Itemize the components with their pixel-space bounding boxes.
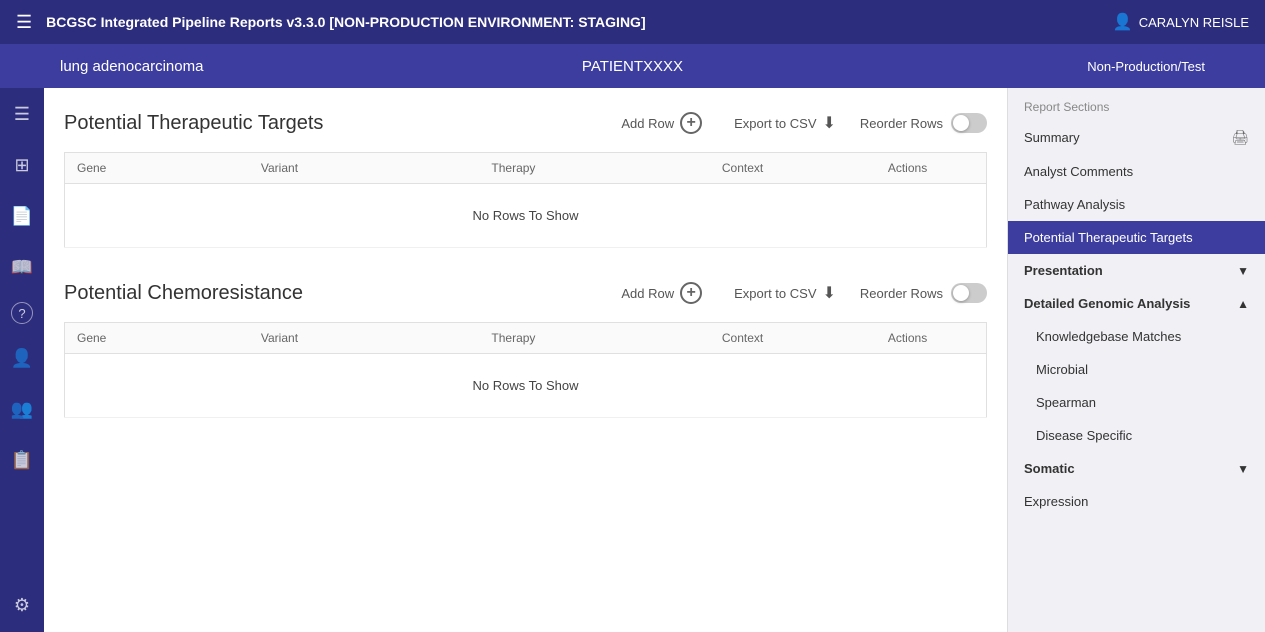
reorder-label-2: Reorder Rows bbox=[860, 286, 943, 301]
col-header-actions-2: Actions bbox=[876, 323, 987, 354]
spearman-label: Spearman bbox=[1036, 395, 1096, 410]
analyst-comments-label: Analyst Comments bbox=[1024, 164, 1133, 179]
content-area: Potential Therapeutic Targets Add Row + … bbox=[44, 88, 1007, 632]
col-header-actions-1: Actions bbox=[876, 153, 987, 184]
sidebar-item-spearman[interactable]: Spearman bbox=[1008, 386, 1265, 419]
therapeutic-targets-nav-label: Potential Therapeutic Targets bbox=[1024, 230, 1193, 245]
presentation-label: Presentation bbox=[1024, 263, 1103, 278]
reorder-toggle-1[interactable] bbox=[951, 113, 987, 133]
help-icon[interactable]: ? bbox=[11, 302, 33, 324]
summary-label: Summary bbox=[1024, 130, 1080, 145]
detailed-genomic-chevron: ▲ bbox=[1237, 297, 1249, 311]
export-csv-button-2[interactable]: Export to CSV ⬇ bbox=[726, 279, 844, 307]
export-csv-button-1[interactable]: Export to CSV ⬇ bbox=[726, 109, 844, 137]
no-rows-row-2: No Rows To Show bbox=[65, 354, 987, 418]
microbial-label: Microbial bbox=[1036, 362, 1088, 377]
patient-id: PATIENTXXXX bbox=[582, 58, 683, 75]
menu-icon[interactable]: ☰ bbox=[16, 12, 32, 33]
reorder-rows-control-2: Reorder Rows bbox=[860, 283, 987, 303]
pathway-analysis-label: Pathway Analysis bbox=[1024, 197, 1125, 212]
main-layout: ☰ ⊞ 📄 📖 ? 👤 👥 📋 ⚙ Potential Therapeutic … bbox=[0, 88, 1265, 632]
add-row-button-2[interactable]: Add Row + bbox=[613, 278, 710, 308]
sidebar-item-microbial[interactable]: Microbial bbox=[1008, 353, 1265, 386]
col-header-context-2: Context bbox=[710, 323, 876, 354]
plus-icon-1: + bbox=[680, 112, 702, 134]
add-row-label-2: Add Row bbox=[621, 286, 674, 301]
sidebar-group-somatic[interactable]: Somatic ▼ bbox=[1008, 452, 1265, 485]
therapeutic-targets-title: Potential Therapeutic Targets bbox=[64, 112, 597, 135]
knowledgebase-matches-label: Knowledgebase Matches bbox=[1036, 329, 1181, 344]
somatic-chevron: ▼ bbox=[1237, 462, 1249, 476]
export-label-1: Export to CSV bbox=[734, 116, 816, 131]
chemoresistance-title: Potential Chemoresistance bbox=[64, 282, 597, 305]
sidebar-item-expression[interactable]: Expression bbox=[1008, 485, 1265, 518]
col-header-therapy-2: Therapy bbox=[479, 323, 710, 354]
sidebar-item-therapeutic-targets[interactable]: Potential Therapeutic Targets bbox=[1008, 221, 1265, 254]
right-sidebar: Report Sections Summary 🖨 Analyst Commen… bbox=[1007, 88, 1265, 632]
sidebar-group-detailed-genomic[interactable]: Detailed Genomic Analysis ▲ bbox=[1008, 287, 1265, 320]
expression-label: Expression bbox=[1024, 494, 1088, 509]
print-icon[interactable]: 🖨 bbox=[1231, 129, 1249, 146]
sidebar-item-analyst-comments[interactable]: Analyst Comments bbox=[1008, 155, 1265, 188]
report-list-icon[interactable]: ☰ bbox=[8, 98, 36, 131]
col-header-therapy-1: Therapy bbox=[479, 153, 710, 184]
therapeutic-targets-tbody: No Rows To Show bbox=[65, 184, 987, 248]
therapeutic-targets-section: Potential Therapeutic Targets Add Row + … bbox=[64, 108, 987, 248]
chemoresistance-tbody: No Rows To Show bbox=[65, 354, 987, 418]
plus-icon-2: + bbox=[680, 282, 702, 304]
user-icon: 👤 bbox=[1113, 12, 1133, 32]
therapeutic-targets-header: Potential Therapeutic Targets Add Row + … bbox=[64, 108, 987, 138]
disease-specific-label: Disease Specific bbox=[1036, 428, 1132, 443]
detailed-genomic-label: Detailed Genomic Analysis bbox=[1024, 296, 1190, 311]
col-header-variant-2: Variant bbox=[249, 323, 480, 354]
sidebar-item-pathway-analysis[interactable]: Pathway Analysis bbox=[1008, 188, 1265, 221]
env-label: Non-Production/Test bbox=[1087, 59, 1205, 74]
col-header-gene-2: Gene bbox=[65, 323, 249, 354]
document-icon[interactable]: 📄 bbox=[5, 200, 39, 233]
col-header-variant-1: Variant bbox=[249, 153, 480, 184]
no-rows-text-2: No Rows To Show bbox=[65, 354, 987, 418]
download-icon-1: ⬇ bbox=[823, 113, 836, 133]
therapeutic-targets-table: Gene Variant Therapy Context Actions No … bbox=[64, 152, 987, 248]
app-title: BCGSC Integrated Pipeline Reports v3.3.0… bbox=[46, 14, 1113, 30]
no-rows-row-1: No Rows To Show bbox=[65, 184, 987, 248]
chemoresistance-section: Potential Chemoresistance Add Row + Expo… bbox=[64, 278, 987, 418]
presentation-chevron: ▼ bbox=[1237, 264, 1249, 278]
reorder-toggle-2[interactable] bbox=[951, 283, 987, 303]
dashboard-icon[interactable]: ⊞ bbox=[8, 149, 35, 182]
chemoresistance-table: Gene Variant Therapy Context Actions No … bbox=[64, 322, 987, 418]
user-profile-icon[interactable]: 👤 bbox=[5, 342, 39, 375]
reorder-label-1: Reorder Rows bbox=[860, 116, 943, 131]
therapeutic-targets-thead: Gene Variant Therapy Context Actions bbox=[65, 153, 987, 184]
book-icon[interactable]: 📖 bbox=[5, 251, 39, 284]
download-icon-2: ⬇ bbox=[823, 283, 836, 303]
left-sidebar: ☰ ⊞ 📄 📖 ? 👤 👥 📋 ⚙ bbox=[0, 88, 44, 632]
contacts-icon[interactable]: 📋 bbox=[5, 444, 39, 477]
sidebar-item-knowledgebase-matches[interactable]: Knowledgebase Matches bbox=[1008, 320, 1265, 353]
chemoresistance-header: Potential Chemoresistance Add Row + Expo… bbox=[64, 278, 987, 308]
sidebar-group-presentation[interactable]: Presentation ▼ bbox=[1008, 254, 1265, 287]
user-area: 👤 CARALYN REISLE bbox=[1113, 12, 1249, 32]
disease-label: lung adenocarcinoma bbox=[60, 58, 203, 75]
chemoresistance-thead: Gene Variant Therapy Context Actions bbox=[65, 323, 987, 354]
col-header-context-1: Context bbox=[710, 153, 876, 184]
export-label-2: Export to CSV bbox=[734, 286, 816, 301]
team-icon[interactable]: 👥 bbox=[5, 393, 39, 426]
reorder-rows-control-1: Reorder Rows bbox=[860, 113, 987, 133]
top-nav: ☰ BCGSC Integrated Pipeline Reports v3.3… bbox=[0, 0, 1265, 44]
no-rows-text-1: No Rows To Show bbox=[65, 184, 987, 248]
user-name: CARALYN REISLE bbox=[1139, 15, 1249, 30]
report-sections-label: Report Sections bbox=[1008, 88, 1265, 120]
add-row-label-1: Add Row bbox=[621, 116, 674, 131]
settings-icon[interactable]: ⚙ bbox=[8, 589, 36, 622]
somatic-label: Somatic bbox=[1024, 461, 1075, 476]
sidebar-item-disease-specific[interactable]: Disease Specific bbox=[1008, 419, 1265, 452]
col-header-gene-1: Gene bbox=[65, 153, 249, 184]
add-row-button-1[interactable]: Add Row + bbox=[613, 108, 710, 138]
patient-bar: lung adenocarcinoma PATIENTXXXX Non-Prod… bbox=[0, 44, 1265, 88]
sidebar-item-summary[interactable]: Summary 🖨 bbox=[1008, 120, 1265, 155]
